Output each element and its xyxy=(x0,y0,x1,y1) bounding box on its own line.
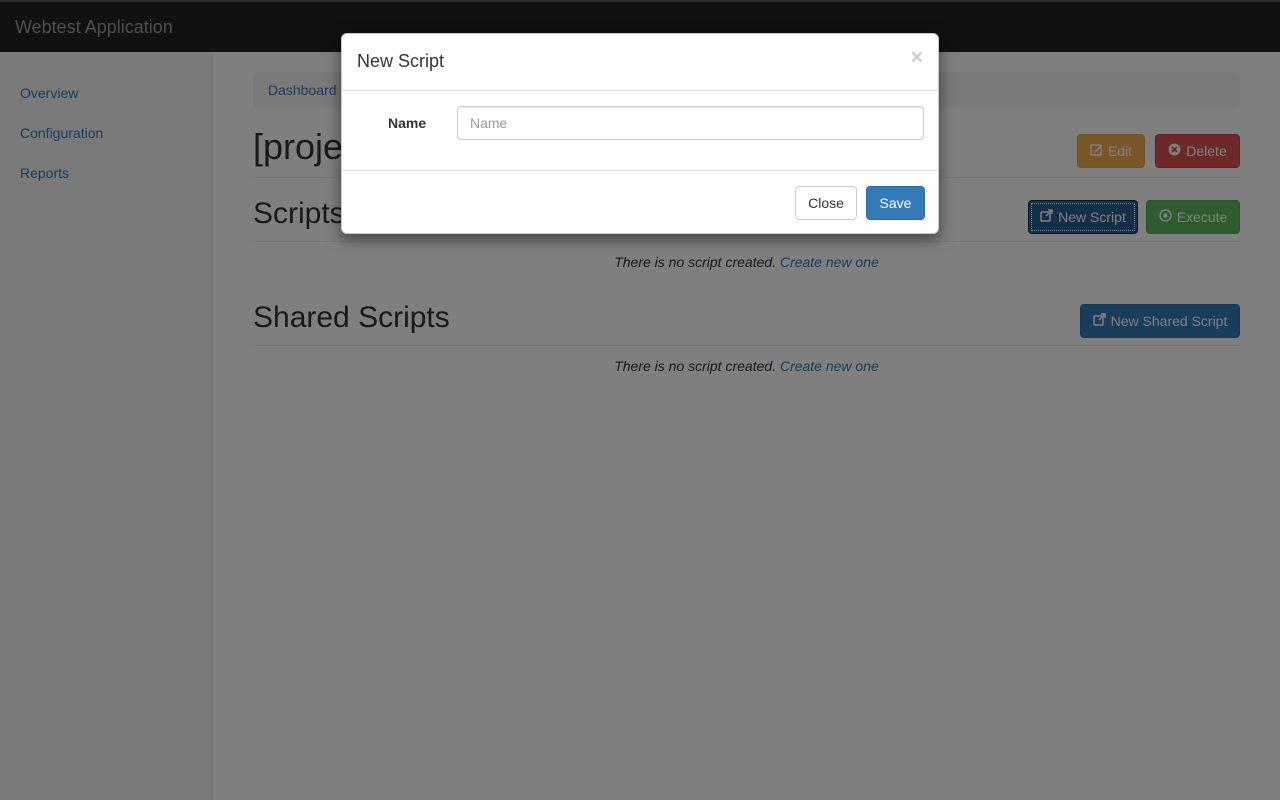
modal-body: Name xyxy=(342,91,938,170)
name-input[interactable] xyxy=(457,106,924,140)
save-button[interactable]: Save xyxy=(866,186,925,220)
close-icon[interactable]: × xyxy=(911,46,923,70)
close-button[interactable]: Close xyxy=(795,186,857,220)
modal-title: New Script xyxy=(357,51,445,71)
modal-footer: Close Save xyxy=(342,170,938,234)
name-label: Name xyxy=(388,115,427,131)
modal-header: New Script × xyxy=(342,34,938,91)
new-script-modal: New Script × Name Close Save xyxy=(341,33,939,234)
